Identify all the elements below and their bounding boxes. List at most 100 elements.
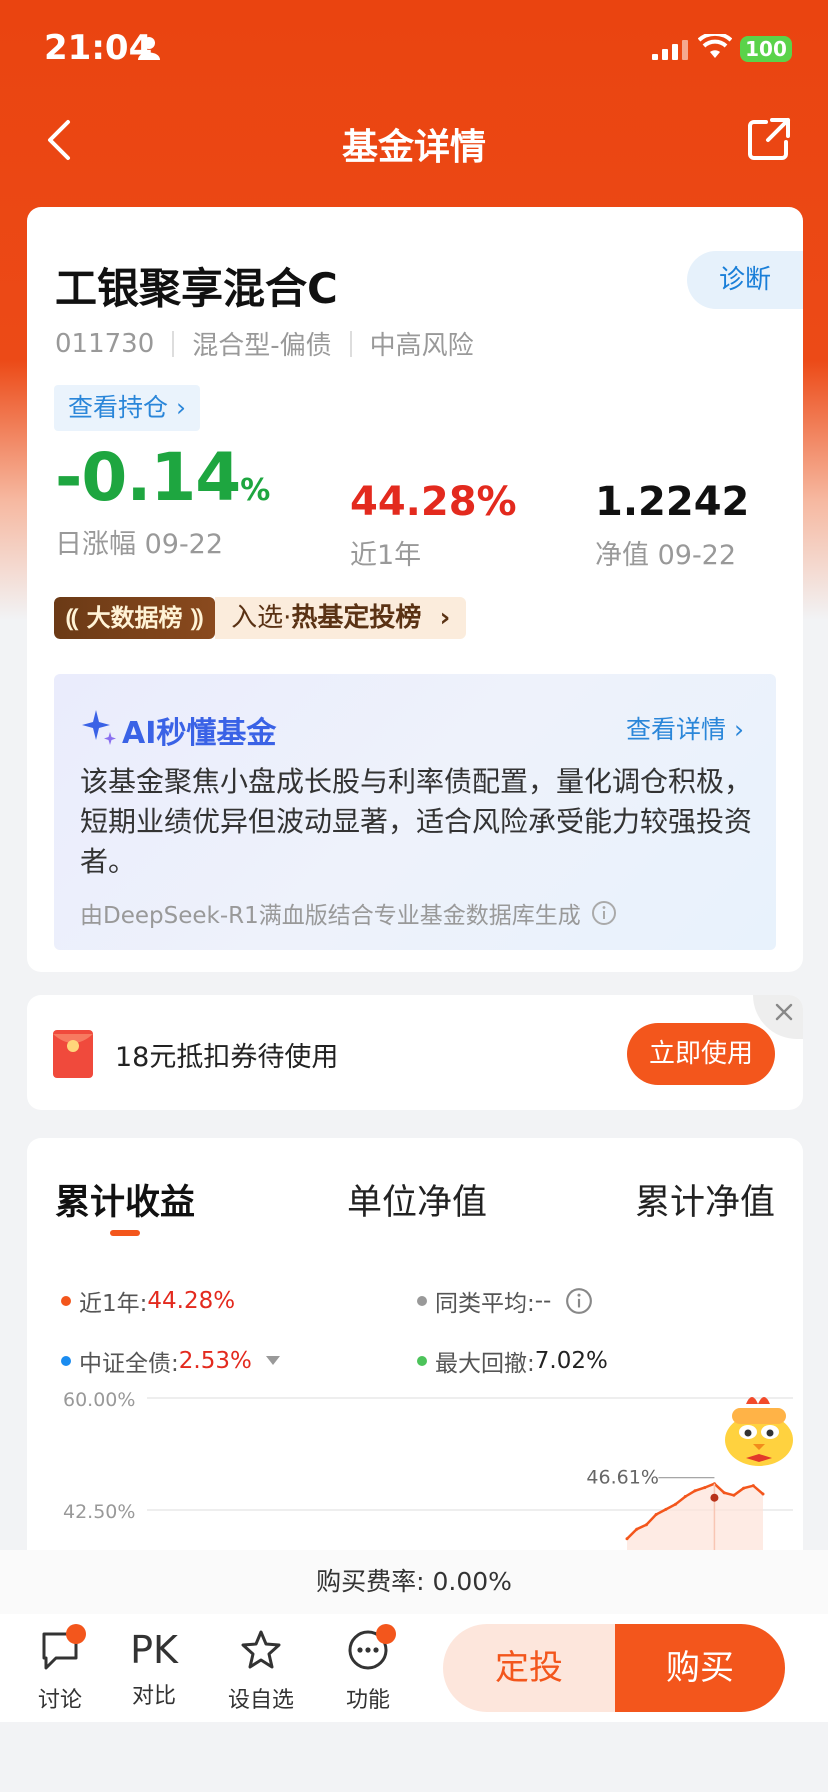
legend-dot-drawdown: [417, 1356, 427, 1366]
status-bar: 21:04 100: [0, 0, 828, 100]
legend-drawdown: 最大回撤: 7.02%: [417, 1344, 608, 1378]
rank-text-prefix: 入选·: [231, 603, 292, 633]
daily-change-label: 日涨幅 09-22: [55, 529, 224, 560]
person-icon: [138, 37, 160, 60]
chart-card: 累计收益 单位净值 累计净值 近1年: 44.28% 同类平均: -- 中证全债…: [27, 1138, 803, 1598]
legend-dot-peer: [417, 1296, 427, 1306]
auto-invest-button[interactable]: 定投: [443, 1624, 615, 1712]
coupon-card: 18元抵扣券待使用 立即使用: [27, 995, 803, 1110]
notification-dot: [66, 1624, 86, 1644]
share-icon[interactable]: [746, 116, 792, 162]
ai-summary-text: 该基金聚焦小盘成长股与利率债配置，量化调仓积极，短期业绩优异但波动显著，适合风险…: [80, 765, 753, 878]
ai-detail-label: 查看详情: [626, 715, 727, 744]
watchlist-label: 设自选: [227, 1688, 294, 1713]
ai-footnote: 由DeepSeek-R1满血版结合专业基金数据库生成: [80, 896, 617, 930]
divider: [349, 330, 352, 357]
add-watchlist-button[interactable]: 设自选: [221, 1628, 301, 1714]
data-point: [703, 1486, 707, 1490]
status-time: 21:04: [44, 28, 153, 68]
bottom-action-bar: 讨论 PK 对比 设自选 功能 定投 购买: [0, 1614, 828, 1722]
ai-summary-box: AI秒懂基金 查看详情 › 该基金聚焦小盘成长股与利率债配置，量化调仓积极，短期…: [54, 674, 776, 950]
sparkle-icon: [82, 710, 116, 745]
legend-index-label: 中证全债:: [79, 1351, 179, 1377]
y-tick-label: 60.00%: [63, 1389, 135, 1411]
highlight-point: [710, 1493, 719, 1502]
tab-cumulative-return[interactable]: 累计收益: [55, 1174, 195, 1225]
discuss-button[interactable]: 讨论: [20, 1624, 100, 1714]
page-title: 基金详情: [341, 127, 486, 168]
coupon-text: 18元抵扣券待使用: [115, 1042, 339, 1073]
view-holdings-button[interactable]: 查看持仓 ›: [54, 385, 200, 431]
compare-button[interactable]: PK 对比: [114, 1628, 194, 1710]
legend-peer-label: 同类平均:: [435, 1291, 535, 1317]
nav-label: 净值 09-22: [595, 540, 737, 571]
year-return-value: 44.28%: [350, 479, 517, 525]
purchase-fee: 购买费率: 0.00%: [0, 1550, 828, 1614]
year-return-label: 近1年: [350, 540, 422, 571]
daily-change-value: -0.14: [55, 439, 241, 516]
fund-type: 混合型-偏债: [192, 331, 332, 361]
data-point: [625, 1537, 629, 1541]
legend-peer-value: --: [534, 1288, 552, 1314]
buy-button[interactable]: 购买: [615, 1624, 785, 1712]
fund-code: 011730: [55, 328, 155, 359]
data-point: [644, 1523, 648, 1527]
battery-indicator: 100: [740, 36, 792, 62]
legend-peer: 同类平均: --: [417, 1284, 593, 1318]
data-point: [635, 1527, 639, 1531]
functions-button[interactable]: 功能: [328, 1624, 408, 1714]
legend-dot-index: [61, 1356, 71, 1366]
use-coupon-button[interactable]: 立即使用: [627, 1023, 775, 1085]
tab-cumulative-nav[interactable]: 累计净值: [635, 1174, 775, 1225]
data-point: [654, 1512, 658, 1516]
notification-dot: [376, 1624, 396, 1644]
action-buttons: 定投 购买: [443, 1624, 785, 1712]
fund-card: 工银聚享混合C 诊断 011730 混合型-偏债 中高风险 查看持仓 › -0.…: [27, 207, 803, 972]
close-icon: [775, 1003, 793, 1021]
wifi-icon: [698, 34, 732, 58]
legend-index[interactable]: 中证全债: 2.53%: [61, 1344, 280, 1378]
legend-fund: 近1年: 44.28%: [61, 1284, 235, 1318]
info-icon[interactable]: [565, 1287, 593, 1315]
rank-badge-text: 大数据榜: [86, 604, 183, 632]
signal-icon: [652, 40, 688, 60]
ai-detail-link[interactable]: 查看详情 ›: [626, 710, 744, 746]
rank-text-bold: 热基定投榜: [291, 603, 422, 633]
legend-drawdown-value: 7.02%: [534, 1348, 608, 1374]
active-tab-indicator: [110, 1230, 140, 1236]
nav-stat: 1.2242 净值 09-22: [595, 479, 749, 572]
fund-meta: 011730 混合型-偏债 中高风险: [55, 325, 474, 362]
rank-banner[interactable]: ⸨ 大数据榜 ⸩ 入选·热基定投榜 ›: [54, 597, 467, 639]
diagnose-button[interactable]: 诊断: [687, 251, 803, 309]
mascot-chick-icon[interactable]: [718, 1388, 800, 1470]
legend-fund-value: 44.28%: [147, 1288, 236, 1314]
functions-label: 功能: [345, 1688, 390, 1713]
red-envelope-icon: [53, 1030, 93, 1078]
ai-footnote-text: 由DeepSeek-R1满血版结合专业基金数据库生成: [80, 903, 581, 929]
nav-value: 1.2242: [595, 479, 750, 525]
discuss-label: 讨论: [37, 1688, 82, 1713]
tab-unit-nav[interactable]: 单位净值: [347, 1174, 487, 1225]
daily-change-unit: %: [240, 473, 270, 508]
data-point: [664, 1507, 668, 1511]
legend-index-value: 2.53%: [178, 1348, 252, 1374]
fund-name: 工银聚享混合C: [55, 264, 338, 313]
rank-text: 入选·热基定投榜 ›: [215, 597, 467, 639]
compare-label: 对比: [131, 1684, 176, 1709]
nav-bar: 基金详情: [0, 100, 828, 180]
info-icon[interactable]: [591, 900, 617, 926]
pk-icon: PK: [130, 1628, 178, 1672]
annotation-label: 46.61%: [586, 1467, 658, 1489]
legend-drawdown-label: 最大回撤:: [435, 1351, 535, 1377]
y-tick-label: 42.50%: [63, 1501, 135, 1523]
year-return-stat: 44.28% 近1年: [350, 479, 517, 572]
legend-dot-fund: [61, 1296, 71, 1306]
star-icon: [241, 1630, 281, 1669]
caret-down-icon: [265, 1356, 280, 1365]
data-point: [674, 1502, 678, 1506]
data-point: [693, 1489, 697, 1493]
legend-fund-label: 近1年:: [79, 1291, 148, 1317]
fund-risk: 中高风险: [369, 331, 474, 361]
data-point: [722, 1491, 726, 1495]
data-point: [751, 1484, 755, 1488]
